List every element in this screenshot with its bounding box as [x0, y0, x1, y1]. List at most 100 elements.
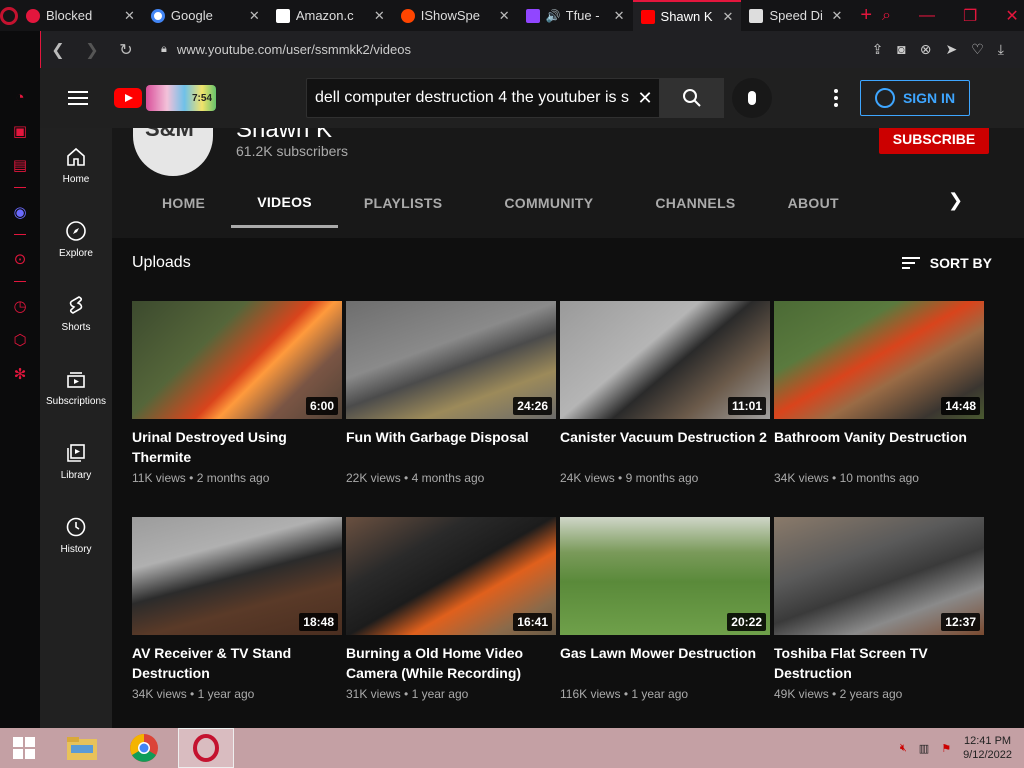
start-button[interactable] [0, 728, 48, 768]
new-tab-button[interactable]: + [850, 4, 882, 27]
video-title[interactable]: AV Receiver & TV Stand Destruction [132, 643, 342, 683]
video-title[interactable]: Urinal Destroyed Using Thermite [132, 427, 342, 467]
player-icon[interactable]: ⊙ [11, 251, 29, 269]
history-sidebar-icon[interactable]: ◷ [11, 298, 29, 316]
video-title[interactable]: Canister Vacuum Destruction 2 [560, 427, 770, 467]
tab-youtube-active[interactable]: Shawn K ✕ [632, 0, 742, 31]
video-card[interactable]: 18:48 AV Receiver & TV Stand Destruction… [132, 517, 342, 717]
download-icon[interactable]: ⤓ [998, 41, 1004, 58]
tab-reddit[interactable]: IShowSpe ✕ [393, 0, 518, 31]
close-tab-icon[interactable]: ✕ [614, 8, 625, 24]
volume-muted-icon[interactable]: 🔇︎ [900, 742, 907, 755]
video-card[interactable]: 16:41 Burning a Old Home Video Camera (W… [346, 517, 556, 717]
cube-icon[interactable]: ⬡ [11, 332, 29, 350]
camera-icon[interactable]: ◙ [897, 41, 905, 58]
close-tab-icon[interactable]: ✕ [249, 8, 260, 24]
close-tab-icon[interactable]: ✕ [723, 9, 734, 25]
video-card[interactable]: 12:37 Toshiba Flat Screen TV Destruction… [774, 517, 984, 717]
video-card[interactable]: 24:26 Fun With Garbage Disposal 22K view… [346, 301, 556, 501]
tab-videos[interactable]: VIDEOS [231, 178, 338, 228]
tab-channels[interactable]: CHANNELS [629, 178, 761, 228]
video-card[interactable]: 11:01 Canister Vacuum Destruction 2 24K … [560, 301, 770, 501]
guide-item-explore[interactable]: Explore [40, 202, 112, 276]
close-tab-icon[interactable]: ✕ [831, 8, 842, 24]
sort-by-button[interactable]: SORT BY [901, 254, 992, 272]
voice-search-button[interactable] [732, 78, 772, 118]
url-field[interactable]: 🔒︎ www.youtube.com/user/ssmmkk2/videos [161, 42, 411, 57]
guide-item-home[interactable]: Home [40, 128, 112, 202]
guide-item-shorts[interactable]: Shorts [40, 276, 112, 350]
video-title[interactable]: Bathroom Vanity Destruction [774, 427, 984, 467]
opera-icon [193, 734, 219, 762]
close-tab-icon[interactable]: ✕ [124, 8, 135, 24]
tab-about[interactable]: ABOUT [762, 178, 865, 228]
youtube-doodle[interactable]: 7:54 [146, 85, 216, 111]
video-title[interactable]: Burning a Old Home Video Camera (While R… [346, 643, 556, 683]
lock-icon: 🔒︎ [161, 43, 167, 55]
search-tabs-icon[interactable]: ⌕ [882, 7, 891, 25]
tab-google[interactable]: Google ✕ [143, 0, 268, 31]
bag-icon[interactable]: ▣ [11, 123, 29, 141]
taskbar-file-explorer[interactable] [58, 728, 106, 768]
opera-menu-button[interactable] [0, 0, 18, 31]
clear-search-icon[interactable]: ✕ [631, 88, 659, 109]
messenger-icon[interactable]: ◉ [11, 204, 29, 222]
video-thumbnail[interactable]: 12:37 [774, 517, 984, 635]
video-thumbnail[interactable]: 24:26 [346, 301, 556, 419]
close-window-icon[interactable]: ✕ [1005, 6, 1018, 26]
guide-item-history[interactable]: History [40, 498, 112, 572]
video-card[interactable]: 14:48 Bathroom Vanity Destruction 34K vi… [774, 301, 984, 501]
tab-playlists[interactable]: PLAYLISTS [338, 178, 468, 228]
sign-in-button[interactable]: SIGN IN [860, 80, 970, 116]
tab-community[interactable]: COMMUNITY [468, 178, 629, 228]
taskbar-chrome[interactable] [120, 728, 168, 768]
speedometer-icon[interactable]: ◔ [11, 89, 29, 107]
tabs-next-arrow-icon[interactable]: ❯ [948, 190, 963, 211]
forward-icon[interactable]: ❯ [75, 40, 109, 60]
more-options-icon[interactable] [834, 89, 838, 107]
adblock-icon[interactable]: ⊗ [920, 41, 932, 58]
video-card[interactable]: 6:00 Urinal Destroyed Using Thermite 11K… [132, 301, 342, 501]
send-icon[interactable]: ➤ [946, 41, 958, 58]
sidebar-divider [14, 187, 26, 188]
guide-item-subscriptions[interactable]: Subscriptions [40, 350, 112, 424]
reload-icon[interactable]: ↻ [109, 40, 143, 60]
close-tab-icon[interactable]: ✕ [499, 8, 510, 24]
video-thumbnail[interactable]: 14:48 [774, 301, 984, 419]
system-clock[interactable]: 12:41 PM 9/12/2022 [963, 734, 1012, 762]
action-center-icon[interactable]: ⚑ [941, 742, 951, 755]
video-title[interactable]: Toshiba Flat Screen TV Destruction [774, 643, 984, 683]
subscribe-button[interactable]: SUBSCRIBE [879, 124, 989, 154]
network-icon[interactable]: ▥ [919, 742, 929, 755]
minimize-icon[interactable]: — [919, 7, 935, 25]
guide-item-library[interactable]: Library [40, 424, 112, 498]
back-icon[interactable]: ❮ [41, 40, 75, 60]
menu-icon[interactable] [68, 87, 88, 109]
tab-amazon[interactable]: Amazon.c ✕ [268, 0, 393, 31]
tab-twitch[interactable]: 🔊 Tfue - ✕ [518, 0, 633, 31]
speaker-icon[interactable]: 🔊 [546, 9, 561, 23]
video-thumbnail[interactable]: 11:01 [560, 301, 770, 419]
tab-speed-dial[interactable]: Speed Di ✕ [741, 0, 850, 31]
address-tools: ⇪ ◙ ⊗ ➤ ♡ ⤓ [872, 41, 1024, 58]
video-card[interactable]: 20:22 Gas Lawn Mower Destruction 116K vi… [560, 517, 770, 717]
video-title[interactable]: Gas Lawn Mower Destruction [560, 643, 770, 683]
video-thumbnail[interactable]: 6:00 [132, 301, 342, 419]
video-thumbnail[interactable]: 16:41 [346, 517, 556, 635]
video-title[interactable]: Fun With Garbage Disposal [346, 427, 556, 467]
taskbar-opera[interactable] [178, 728, 234, 768]
tab-home[interactable]: HOME [136, 178, 231, 228]
search-input[interactable]: dell computer destruction 4 the youtuber… [306, 78, 660, 118]
close-tab-icon[interactable]: ✕ [374, 8, 385, 24]
video-thumbnail[interactable]: 18:48 [132, 517, 342, 635]
search-button[interactable] [660, 78, 724, 118]
tab-blocked[interactable]: Blocked ✕ [18, 0, 143, 31]
video-thumbnail[interactable]: 20:22 [560, 517, 770, 635]
settings-gear-icon[interactable]: ✻ [11, 366, 29, 384]
restore-icon[interactable]: ❐ [963, 6, 977, 26]
share-icon[interactable]: ⇪ [872, 41, 884, 58]
sidebar-divider [14, 281, 26, 282]
twitch-sidebar-icon[interactable]: ▤ [11, 157, 29, 175]
heart-icon[interactable]: ♡ [971, 41, 984, 58]
youtube-logo-icon[interactable] [114, 88, 142, 108]
